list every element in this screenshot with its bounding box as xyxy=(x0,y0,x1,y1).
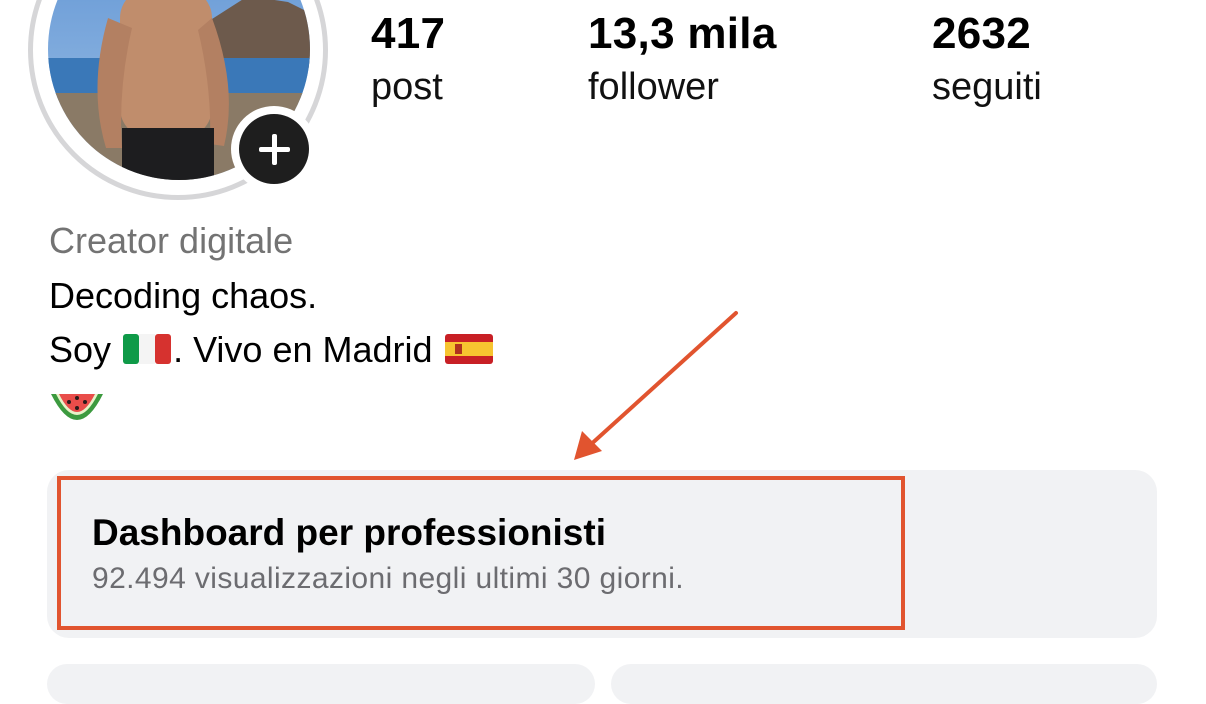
profile-category: Creator digitale xyxy=(49,220,294,261)
dashboard-subtitle: 92.494 visualizzazioni negli ultimi 30 g… xyxy=(92,562,685,595)
annotation-arrow xyxy=(574,311,738,460)
spain-flag-emoji xyxy=(444,334,493,364)
posts-label: post xyxy=(371,66,443,108)
plus-icon xyxy=(259,134,290,165)
bio-line-2: Soy . Vivo en Madrid xyxy=(49,329,495,371)
bio-line-1: Decoding chaos. xyxy=(49,275,318,316)
bio-line-2-text-b: . Vivo en Madrid xyxy=(173,329,433,370)
following-count: 2632 xyxy=(932,9,1032,58)
posts-count: 417 xyxy=(371,9,446,58)
bio-line-3 xyxy=(49,384,105,437)
followers-stat[interactable]: 13,3 mila follower xyxy=(588,6,777,112)
following-label: seguiti xyxy=(932,66,1042,108)
followers-label: follower xyxy=(588,66,719,108)
posts-stat[interactable]: 417 post xyxy=(371,6,445,112)
edit-profile-button[interactable] xyxy=(47,664,595,704)
bio-line-2-text-a: Soy xyxy=(49,329,112,370)
watermelon-emoji xyxy=(51,394,103,420)
share-profile-button[interactable] xyxy=(611,664,1157,704)
following-stat[interactable]: 2632 seguiti xyxy=(932,6,1042,112)
dashboard-title: Dashboard per professionisti xyxy=(92,512,606,553)
add-story-button[interactable] xyxy=(231,106,317,192)
followers-count: 13,3 mila xyxy=(588,9,777,58)
italy-flag-emoji xyxy=(123,334,172,364)
